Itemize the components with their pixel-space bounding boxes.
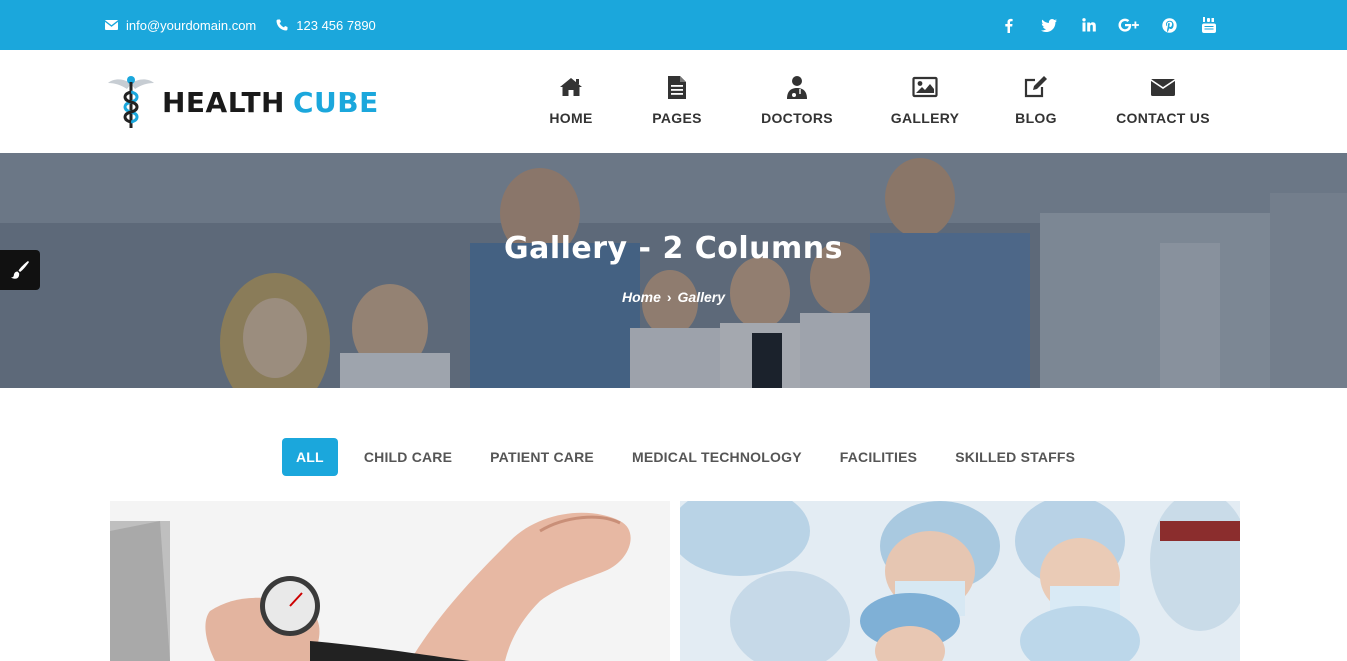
filter-facilities[interactable]: FACILITIES bbox=[828, 438, 929, 476]
filter-patient-care[interactable]: PATIENT CARE bbox=[478, 438, 606, 476]
youtube-icon bbox=[1202, 17, 1216, 33]
nav-item-home[interactable]: HOME bbox=[548, 74, 594, 126]
email-text: info@yourdomain.com bbox=[126, 17, 257, 33]
youtube-link[interactable] bbox=[1189, 0, 1229, 50]
doctor-icon bbox=[787, 76, 807, 99]
gallery-image-blood-pressure bbox=[110, 501, 670, 661]
nav-item-blog[interactable]: BLOG bbox=[1015, 74, 1057, 126]
contact-info: info@yourdomain.com 123 456 7890 bbox=[105, 0, 396, 50]
linkedin-icon bbox=[1082, 18, 1096, 32]
main-nav: HOME PAGES DOCTORS GALLERY BLOG CONTACT … bbox=[0, 50, 1347, 153]
filter-medical-technology[interactable]: MEDICAL TECHNOLOGY bbox=[620, 438, 814, 476]
nav-label: CONTACT US bbox=[1116, 110, 1210, 126]
edit-icon bbox=[1024, 76, 1047, 98]
pinterest-link[interactable] bbox=[1149, 0, 1189, 50]
email-contact[interactable]: info@yourdomain.com bbox=[105, 18, 256, 33]
google-plus-link[interactable] bbox=[1109, 0, 1149, 50]
twitter-link[interactable] bbox=[1029, 0, 1069, 50]
gallery-item[interactable] bbox=[680, 501, 1240, 661]
linkedin-link[interactable] bbox=[1069, 0, 1109, 50]
page-hero-banner: Gallery - 2 Columns Home › Gallery bbox=[0, 153, 1347, 388]
phone-icon bbox=[276, 19, 288, 31]
nav-item-gallery[interactable]: GALLERY bbox=[890, 74, 960, 126]
facebook-icon bbox=[1005, 18, 1013, 33]
envelope-icon bbox=[1150, 79, 1176, 96]
gallery-item[interactable] bbox=[110, 501, 670, 661]
phone-text: 123 456 7890 bbox=[296, 17, 376, 33]
pinterest-icon bbox=[1161, 17, 1177, 33]
breadcrumb-home-link[interactable]: Home bbox=[622, 289, 661, 305]
phone-contact[interactable]: 123 456 7890 bbox=[276, 18, 376, 33]
gallery-filter-bar: ALL CHILD CARE PATIENT CARE MEDICAL TECH… bbox=[282, 438, 1101, 476]
breadcrumb: Home › Gallery bbox=[0, 289, 1347, 305]
filter-skilled-staffs[interactable]: SKILLED STAFFS bbox=[943, 438, 1087, 476]
facebook-link[interactable] bbox=[989, 0, 1029, 50]
nav-label: HOME bbox=[549, 110, 593, 126]
nav-label: BLOG bbox=[1015, 110, 1057, 126]
nav-item-contact[interactable]: CONTACT US bbox=[1116, 74, 1210, 126]
nav-label: GALLERY bbox=[890, 110, 960, 126]
main-header: HEALTH CUBE HOME PAGES DOCTORS GALLERY B… bbox=[0, 50, 1347, 153]
google-plus-icon bbox=[1118, 18, 1139, 32]
nav-item-pages[interactable]: PAGES bbox=[652, 74, 702, 126]
nav-item-doctors[interactable]: DOCTORS bbox=[761, 74, 833, 126]
style-switcher-button[interactable] bbox=[0, 250, 40, 290]
page-title: Gallery - 2 Columns bbox=[503, 231, 844, 266]
twitter-icon bbox=[1041, 18, 1057, 32]
filter-all[interactable]: ALL bbox=[282, 438, 338, 476]
home-icon bbox=[560, 78, 582, 96]
top-bar: info@yourdomain.com 123 456 7890 bbox=[0, 0, 1347, 50]
document-icon bbox=[668, 76, 686, 99]
paintbrush-icon bbox=[11, 261, 29, 279]
gallery-image-surgeons bbox=[680, 501, 1240, 661]
image-icon bbox=[912, 76, 938, 98]
nav-label: DOCTORS bbox=[761, 110, 833, 126]
breadcrumb-current: Gallery bbox=[677, 289, 726, 305]
filter-child-care[interactable]: CHILD CARE bbox=[352, 438, 464, 476]
breadcrumb-separator: › bbox=[666, 289, 672, 305]
hero-overlay bbox=[0, 153, 1347, 388]
social-links bbox=[989, 0, 1229, 50]
nav-label: PAGES bbox=[652, 110, 702, 126]
envelope-icon bbox=[105, 20, 118, 30]
